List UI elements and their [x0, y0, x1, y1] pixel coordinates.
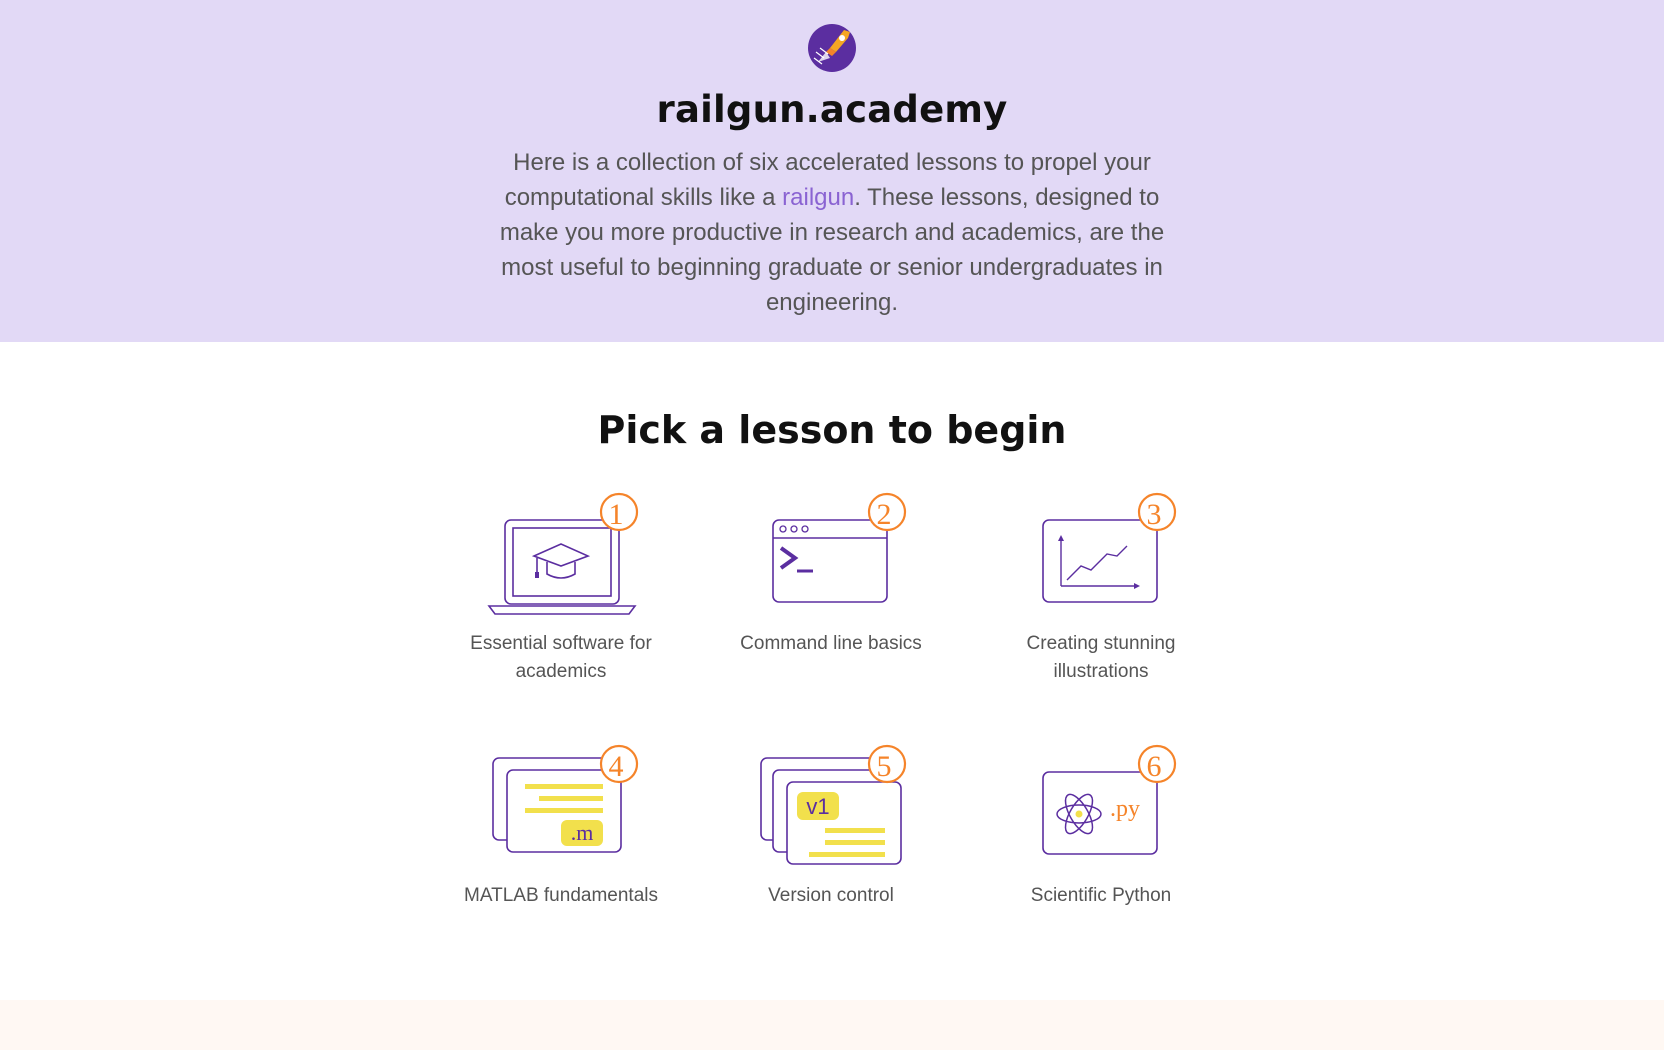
lesson-number-5: 5 — [877, 750, 892, 783]
footer-band — [0, 1000, 1664, 1050]
lesson-card-1[interactable]: 1 Essential software for academics — [426, 492, 696, 744]
lesson-label-2: Command line basics — [740, 633, 922, 654]
laptop-graduation-cap-icon: 1 — [487, 492, 639, 615]
railgun-link[interactable]: railgun — [782, 184, 854, 211]
lesson-number-2: 2 — [877, 498, 892, 531]
terminal-window-icon: 2 — [772, 492, 907, 603]
rocket-logo-icon[interactable] — [806, 22, 858, 74]
lesson-label-6: Scientific Python — [1030, 885, 1172, 906]
line-chart-icon: 3 — [1042, 492, 1177, 603]
lessons-section: Pick a lesson to begin 1 Essential softw… — [0, 342, 1664, 996]
matlab-badge: .m — [571, 820, 594, 845]
stacked-versions-icon: v1 5 — [760, 744, 907, 865]
lesson-number-6: 6 — [1147, 750, 1162, 783]
lesson-card-6[interactable]: .py 6 Scientific Python — [966, 744, 1236, 996]
lesson-label-1: Essential software for academics — [470, 633, 652, 682]
lesson-label-3: Creating stunning illustrations — [1026, 633, 1176, 682]
lesson-number-3: 3 — [1147, 498, 1162, 531]
lesson-card-5[interactable]: v1 5 Version control — [696, 744, 966, 996]
lesson-card-3[interactable]: 3 Creating stunning illustrations — [966, 492, 1236, 744]
lesson-number-4: 4 — [609, 750, 624, 783]
site-title: railgun.academy — [656, 88, 1008, 131]
atom-python-icon: .py 6 — [1042, 744, 1177, 855]
lesson-label-5: Version control — [768, 885, 894, 906]
lesson-number-1: 1 — [609, 498, 624, 531]
section-title: Pick a lesson to begin — [597, 408, 1067, 452]
lesson-label-4: MATLAB fundamentals — [464, 885, 658, 906]
lesson-card-4[interactable]: .m 4 MATLAB fundamentals — [426, 744, 696, 996]
lesson-card-2[interactable]: 2 Command line basics — [696, 492, 966, 744]
hero-header: railgun.academy Here is a collection of … — [0, 0, 1664, 342]
version-badge: v1 — [806, 794, 829, 819]
python-badge: .py — [1110, 796, 1140, 822]
matlab-files-icon: .m 4 — [492, 744, 639, 853]
lesson-grid: 1 Essential software for academics 2 Com… — [426, 492, 1238, 996]
intro-paragraph: Here is a collection of six accelerated … — [492, 145, 1172, 320]
